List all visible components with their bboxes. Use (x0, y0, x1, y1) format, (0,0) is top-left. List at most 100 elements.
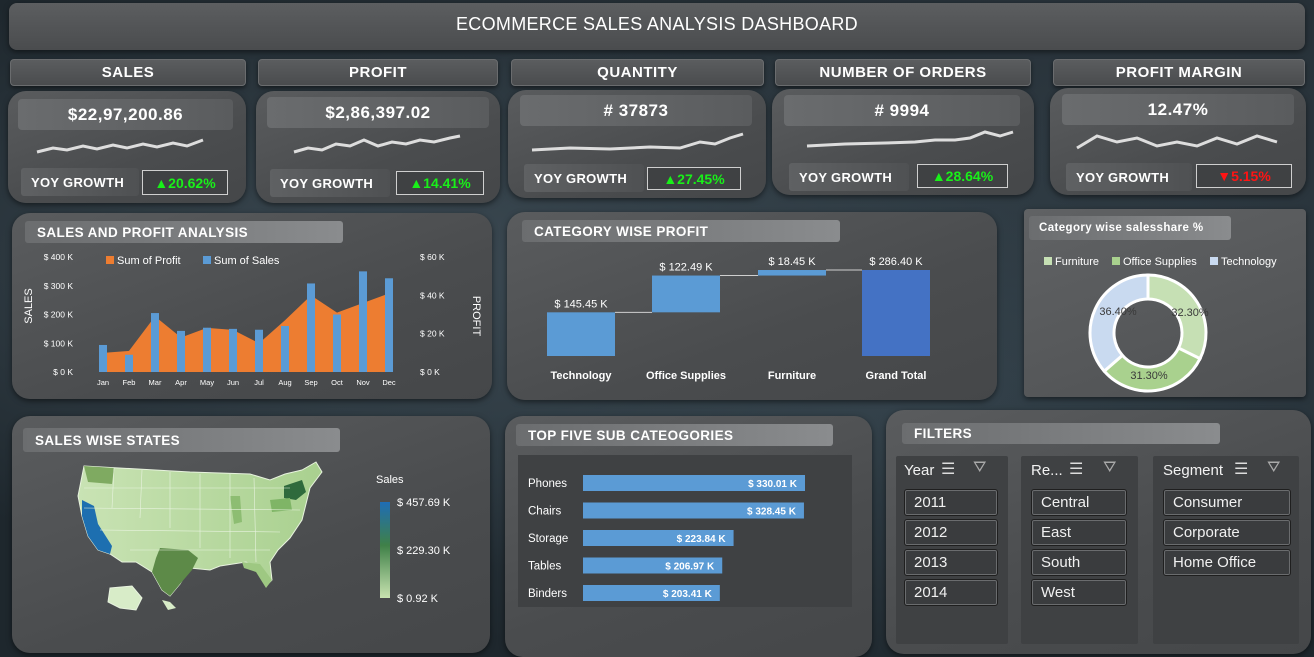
salesshare-legend-label: Furniture (1055, 256, 1099, 268)
month-tick-label: Dec (382, 378, 396, 387)
segment-corporate[interactable]: Corporate (1163, 519, 1291, 546)
month-tick-label: Nov (356, 378, 370, 387)
month-tick-label: Aug (278, 378, 291, 387)
region-multiselect-icon[interactable]: ☰ (1069, 459, 1083, 479)
waterfall-category-label: Technology (551, 370, 613, 382)
salesshare-legend-swatch (1112, 257, 1120, 265)
subcat-value-label: $ 330.01 K (748, 479, 798, 490)
sales-bar (151, 313, 159, 372)
state-texas (152, 548, 198, 596)
left-tick-label: $ 100 K (44, 338, 74, 348)
kpi-title-profit: PROFIT (258, 59, 498, 86)
kpi-value-orders: # 9994 (784, 95, 1020, 126)
month-tick-label: Jun (227, 378, 239, 387)
sales-bar (333, 314, 341, 372)
salesshare-title-text: Category wise salesshare % (1039, 222, 1204, 234)
month-tick-label: May (200, 378, 214, 387)
hawaii-shape (162, 600, 176, 610)
salesshare-legend-label: Technology (1221, 256, 1277, 268)
year-2014[interactable]: 2014 (904, 579, 998, 606)
region-clear-filter-icon[interactable]: ⛛ (1103, 459, 1116, 477)
us-map (77, 461, 323, 611)
subcat-name-label: Chairs (528, 506, 561, 518)
alaska-shape (107, 585, 143, 611)
states-legend-scale (380, 502, 390, 598)
subcat-value-label: $ 203.41 K (663, 589, 713, 600)
year-2011[interactable]: 2011 (904, 489, 998, 516)
subcat-value-label: $ 223.84 K (677, 534, 727, 545)
legend-sales-label: Sum of Sales (214, 255, 280, 267)
kpi-title-sales: SALES (10, 59, 246, 86)
kpi-sparkline-sales (36, 138, 204, 154)
sales-bar (229, 328, 237, 372)
sales-bar (307, 283, 315, 372)
waterfall-value-label: $ 18.45 K (768, 256, 816, 268)
month-tick-label: Feb (123, 378, 136, 387)
month-tick-label: Jan (97, 378, 109, 387)
segment-slicer-title: Segment (1163, 462, 1224, 479)
region-south[interactable]: South (1031, 549, 1127, 576)
kpi-yoy-label-quantity: YOY GROWTH (524, 164, 644, 192)
profit-area (103, 293, 389, 372)
kpi-value-quantity: # 37873 (520, 95, 752, 126)
states-legend-min: $ 0.92 K (397, 593, 438, 605)
kpi-yoy-label-orders: YOY GROWTH (789, 163, 909, 191)
segment-home-office[interactable]: Home Office (1163, 549, 1291, 576)
subcat-name-label: Binders (528, 588, 567, 600)
donut-slice-label: 32.30% (1171, 307, 1209, 319)
kpi-sparkline-quantity (531, 132, 744, 152)
subcat-value-label: $ 206.97 K (665, 562, 715, 573)
kpi-yoy-value-margin: ▼5.15% (1196, 164, 1292, 188)
salesshare-chart: Furniture Office Supplies Technology 32.30… (1044, 256, 1277, 393)
region-west[interactable]: West (1031, 579, 1127, 606)
states-legend-mid: $ 229.30 K (397, 545, 451, 557)
legend-sales-swatch (203, 256, 211, 264)
left-tick-label: $ 200 K (44, 310, 74, 320)
right-tick-label: $ 60 K (420, 252, 445, 262)
sales-bar (359, 271, 367, 372)
kpi-yoy-value-orders: ▲28.64% (917, 164, 1008, 188)
kpi-value-profit: $2,86,397.02 (267, 97, 489, 128)
sales-bar (177, 330, 185, 372)
kpi-title-quantity: QUANTITY (511, 59, 764, 86)
kpi-sparkline-margin (1076, 134, 1278, 150)
salesshare-legend-swatch (1044, 257, 1052, 265)
sales-bar (255, 329, 263, 372)
year-multiselect-icon[interactable]: ☰ (941, 459, 955, 479)
year-2013[interactable]: 2013 (904, 549, 998, 576)
legend-profit-swatch (106, 256, 114, 264)
kpi-yoy-label-sales: YOY GROWTH (21, 168, 139, 196)
waterfall-value-label: $ 122.49 K (659, 262, 713, 274)
year-clear-filter-icon[interactable]: ⛛ (973, 459, 986, 477)
kpi-sparkline-orders (806, 130, 1014, 148)
subcat-name-label: Storage (528, 533, 568, 545)
waterfall-value-label: $ 145.45 K (554, 298, 608, 310)
month-tick-label: Mar (149, 378, 162, 387)
states-legend-max: $ 457.69 K (397, 497, 451, 509)
segment-multiselect-icon[interactable]: ☰ (1234, 459, 1248, 479)
month-tick-label: Sep (304, 378, 317, 387)
segment-clear-filter-icon[interactable]: ⛛ (1267, 459, 1280, 477)
sales-bar (385, 278, 393, 372)
waterfall-category-label: Furniture (768, 370, 816, 382)
subcat-value-label: $ 328.45 K (747, 507, 797, 518)
salesshare-legend-label: Office Supplies (1123, 256, 1197, 268)
state-washington (84, 466, 114, 484)
year-2012[interactable]: 2012 (904, 519, 998, 546)
waterfall-bar (547, 312, 615, 356)
kpi-value-margin: 12.47% (1062, 94, 1294, 125)
waterfall-bar (652, 275, 720, 313)
month-tick-label: Apr (175, 378, 187, 387)
donut-slice-label: 31.30% (1130, 370, 1168, 382)
subcat-name-label: Tables (528, 561, 561, 573)
kpi-yoy-value-profit: ▲14.41% (396, 171, 484, 195)
kpi-yoy-value-sales: ▲20.62% (142, 170, 228, 195)
kpi-yoy-label-profit: YOY GROWTH (270, 169, 390, 197)
region-central[interactable]: Central (1031, 489, 1127, 516)
sales-profit-title: SALES AND PROFIT ANALYSIS (25, 221, 343, 243)
region-east[interactable]: East (1031, 519, 1127, 546)
segment-consumer[interactable]: Consumer (1163, 489, 1291, 516)
category-profit-chart: $ 145.45 K Technology $ 122.49 K Office Sup… (547, 256, 930, 382)
sales-profit-chart: $ 400 K $ 300 K $ 200 K $ 100 K $ 0 K $ 60 K… (23, 252, 482, 387)
year-slicer-title: Year (904, 462, 935, 479)
